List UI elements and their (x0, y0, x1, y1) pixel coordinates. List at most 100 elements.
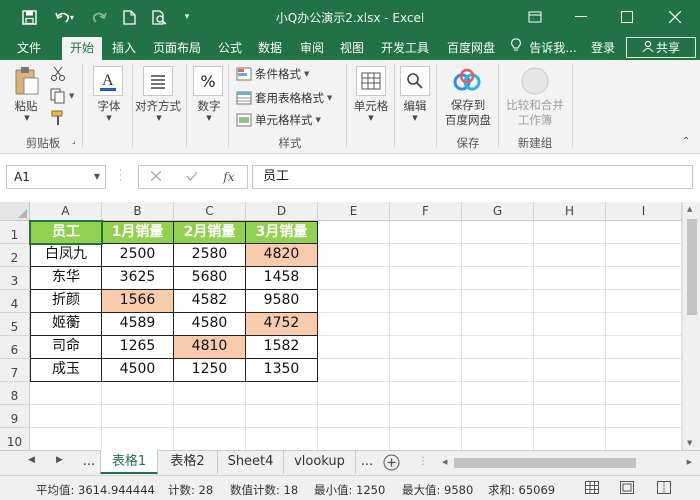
next-sheet-icon[interactable]: ▶ (56, 455, 63, 465)
scroll-left-icon[interactable]: ◀ (442, 458, 447, 466)
percent-icon[interactable]: % (193, 66, 223, 96)
column-header-b[interactable]: B (102, 202, 174, 221)
minimize-icon[interactable] (558, 0, 604, 34)
row-header-7[interactable]: 7 (0, 359, 30, 382)
table-cell[interactable]: 4810 (174, 336, 246, 359)
table-cell[interactable]: 1265 (102, 336, 174, 359)
name-box-dropdown-icon[interactable]: ▼ (94, 166, 100, 188)
sheet-tab-4[interactable]: vlookup (284, 450, 356, 474)
table-header-cell[interactable]: 1月销量 (102, 221, 174, 244)
tell-me-search[interactable]: 告诉我... (526, 37, 580, 60)
column-header-d[interactable]: D (246, 202, 318, 221)
normal-view-icon[interactable] (585, 481, 599, 497)
row-header-5[interactable]: 5 (0, 313, 30, 336)
row-header-2[interactable]: 2 (0, 244, 30, 267)
row-header-8[interactable]: 8 (0, 382, 30, 405)
tab-formulas[interactable]: 公式 (212, 37, 248, 60)
add-sheet-icon[interactable] (383, 454, 400, 474)
cells-label[interactable]: 单元格 (348, 98, 394, 114)
sign-in-link[interactable]: 登录 (586, 37, 620, 60)
paste-icon[interactable] (12, 66, 42, 96)
cut-icon[interactable] (50, 64, 66, 84)
save-to-baidu-button[interactable]: 保存到 百度网盘 (438, 98, 498, 128)
number-dropdown-icon[interactable]: ▼ (204, 114, 214, 122)
column-header-g[interactable]: G (462, 202, 534, 221)
search-icon[interactable] (400, 66, 430, 96)
scroll-right-icon[interactable]: ▶ (687, 458, 692, 466)
table-header-cell[interactable]: 员工 (30, 221, 102, 244)
paste-label[interactable]: 粘贴 (10, 98, 42, 114)
tab-page-layout[interactable]: 页面布局 (146, 37, 208, 60)
row-header-6[interactable]: 6 (0, 336, 30, 359)
table-cell[interactable]: 4820 (246, 244, 318, 267)
table-cell[interactable]: 司命 (30, 336, 102, 359)
close-icon[interactable] (650, 0, 700, 34)
table-cell[interactable]: 折颜 (30, 290, 102, 313)
cells-icon[interactable] (356, 66, 386, 96)
formula-bar-grip-icon[interactable]: · · · (119, 167, 122, 186)
baidu-netdisk-icon[interactable] (452, 66, 482, 96)
table-cell[interactable]: 4500 (102, 359, 174, 382)
row-header-10[interactable]: 10 (0, 428, 30, 450)
cell-styles-button[interactable]: 单元格样式 ▼ (236, 110, 321, 130)
table-cell[interactable]: 4580 (174, 313, 246, 336)
editing-label[interactable]: 编辑 (396, 98, 434, 114)
select-all-button[interactable] (0, 202, 30, 221)
page-break-view-icon[interactable] (657, 481, 671, 497)
scroll-up-icon[interactable]: ▲ (687, 205, 692, 213)
column-header-h[interactable]: H (534, 202, 606, 221)
table-cell[interactable]: 4752 (246, 313, 318, 336)
table-cell[interactable]: 白凤九 (30, 244, 102, 267)
lightbulb-icon[interactable] (508, 37, 524, 60)
table-cell[interactable]: 5680 (174, 267, 246, 290)
tab-view[interactable]: 视图 (334, 37, 370, 60)
table-cell[interactable]: 9580 (246, 290, 318, 313)
tab-insert[interactable]: 插入 (106, 37, 142, 60)
table-header-cell[interactable]: 3月销量 (246, 221, 318, 244)
table-cell[interactable]: 1250 (174, 359, 246, 382)
page-layout-view-icon[interactable] (620, 481, 634, 497)
scroll-down-icon[interactable]: ▼ (687, 439, 692, 447)
table-cell[interactable]: 2580 (174, 244, 246, 267)
cancel-icon[interactable] (150, 170, 162, 184)
row-header-4[interactable]: 4 (0, 290, 30, 313)
sheet-overflow-right[interactable]: ... (356, 450, 378, 474)
table-cell[interactable]: 4589 (102, 313, 174, 336)
tab-baidu-netdisk[interactable]: 百度网盘 (440, 37, 502, 60)
table-cell[interactable]: 东华 (30, 267, 102, 290)
ribbon-display-icon[interactable] (512, 0, 558, 34)
table-cell[interactable]: 3625 (102, 267, 174, 290)
column-header-e[interactable]: E (318, 202, 390, 221)
table-cell[interactable]: 姬蘅 (30, 313, 102, 336)
font-icon[interactable]: A (93, 66, 123, 96)
sheet-tab-2[interactable]: 表格2 (158, 450, 218, 474)
name-box[interactable]: A1 ▼ (6, 165, 106, 189)
prev-sheet-icon[interactable]: ◀ (28, 455, 35, 465)
collapse-ribbon-icon[interactable]: ⌃ (682, 136, 690, 147)
confirm-icon[interactable] (186, 170, 198, 184)
tab-review[interactable]: 审阅 (294, 37, 330, 60)
table-cell[interactable]: 4582 (174, 290, 246, 313)
cells-dropdown-icon[interactable]: ▼ (366, 114, 376, 122)
maximize-icon[interactable] (604, 0, 650, 34)
table-cell[interactable]: 1350 (246, 359, 318, 382)
worksheet-grid[interactable]: ABCDEFGHI 1 2 3 4 5 6 7 8 9 10 员工 1月销量 2月销量 3月销量 白凤九 2… (0, 202, 700, 450)
tab-split-grip-icon[interactable]: ⋮ (418, 456, 428, 467)
share-button[interactable]: 共享 (626, 37, 696, 58)
horizontal-scrollbar[interactable]: ◀ ▶ (440, 455, 694, 471)
vertical-scroll-thumb[interactable] (687, 219, 697, 315)
number-label[interactable]: 数字 (190, 98, 228, 114)
format-painter-icon[interactable] (50, 108, 66, 128)
alignment-label[interactable]: 对齐方式 (132, 98, 184, 114)
tab-home[interactable]: 开始 (62, 37, 102, 60)
column-header-c[interactable]: C (174, 202, 246, 221)
tab-file[interactable]: 文件 (8, 37, 50, 60)
insert-function-icon[interactable]: fx (223, 170, 234, 184)
editing-dropdown-icon[interactable]: ▼ (410, 114, 420, 122)
sheet-tab-3[interactable]: Sheet4 (218, 450, 284, 474)
format-as-table-button[interactable]: 套用表格格式 ▼ (236, 88, 332, 108)
clipboard-launcher-icon[interactable]: ⌟ (72, 136, 76, 145)
font-dropdown-icon[interactable]: ▼ (104, 114, 114, 122)
horizontal-scroll-thumb[interactable] (454, 458, 636, 468)
row-header-9[interactable]: 9 (0, 405, 30, 428)
